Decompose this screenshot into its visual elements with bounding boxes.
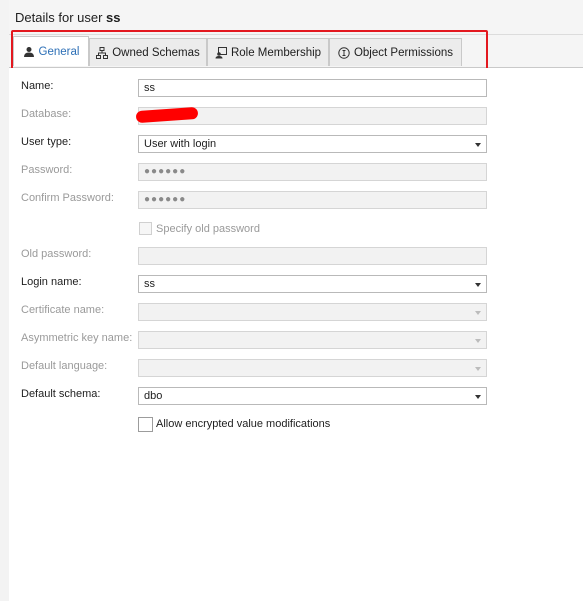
confirm-password-label: Confirm Password:	[21, 192, 114, 204]
tab-general-label: General	[38, 45, 80, 58]
chevron-down-icon	[475, 395, 481, 399]
title-prefix: Details for user	[15, 10, 107, 25]
login-name-value: ss	[144, 278, 155, 290]
details-header: Details for user ss	[9, 0, 583, 35]
login-name-label: Login name:	[21, 276, 82, 288]
default-language-dropdown	[138, 359, 487, 377]
name-label: Name:	[21, 80, 54, 92]
specify-old-password-label: Specify old password	[156, 223, 260, 235]
page-title: Details for user ss	[15, 10, 121, 25]
user-type-label: User type:	[21, 136, 72, 148]
tab-role-membership-label: Role Membership	[230, 46, 322, 59]
tab-owned-schemas-label: Owned Schemas	[112, 46, 200, 59]
tab-bar: General Owned Schemas Role Membership Ob…	[9, 35, 583, 68]
general-form: Name: ss Database: User type: User with …	[9, 68, 583, 601]
user-type-value: User with login	[144, 138, 217, 150]
tab-object-permissions[interactable]: Object Permissions	[329, 38, 462, 66]
database-label: Database:	[21, 108, 72, 120]
default-schema-dropdown[interactable]: dbo	[138, 387, 487, 405]
tab-owned-schemas[interactable]: Owned Schemas	[89, 38, 207, 66]
chevron-down-icon	[475, 143, 481, 147]
login-name-dropdown[interactable]: ss	[138, 275, 487, 293]
permission-icon	[338, 46, 350, 59]
default-language-label: Default language:	[21, 360, 108, 372]
chevron-down-icon	[475, 311, 481, 315]
chevron-down-icon	[475, 283, 481, 287]
asymmetric-key-dropdown	[138, 331, 487, 349]
tab-general[interactable]: General	[13, 36, 89, 66]
role-icon	[215, 46, 227, 59]
old-password-field	[138, 247, 487, 265]
user-icon	[23, 46, 35, 58]
old-password-label: Old password:	[21, 248, 92, 260]
default-schema-label: Default schema:	[21, 388, 101, 400]
asymmetric-key-label: Asymmetric key name:	[21, 332, 133, 344]
confirm-password-field: ●●●●●●	[138, 191, 487, 209]
user-type-dropdown[interactable]: User with login	[138, 135, 487, 153]
tab-role-membership[interactable]: Role Membership	[207, 38, 329, 66]
password-label: Password:	[21, 164, 73, 176]
chevron-down-icon	[475, 339, 481, 343]
certificate-name-label: Certificate name:	[21, 304, 105, 316]
certificate-name-dropdown	[138, 303, 487, 321]
name-input[interactable]: ss	[138, 79, 487, 97]
chevron-down-icon	[475, 367, 481, 371]
allow-encrypted-checkbox[interactable]	[138, 417, 153, 432]
password-field: ●●●●●●	[138, 163, 487, 181]
default-schema-value: dbo	[144, 390, 163, 402]
tab-object-permissions-label: Object Permissions	[353, 46, 454, 59]
specify-old-password-checkbox	[139, 222, 152, 235]
hierarchy-icon	[96, 46, 109, 59]
allow-encrypted-label: Allow encrypted value modifications	[156, 418, 331, 430]
title-username: ss	[106, 10, 121, 25]
